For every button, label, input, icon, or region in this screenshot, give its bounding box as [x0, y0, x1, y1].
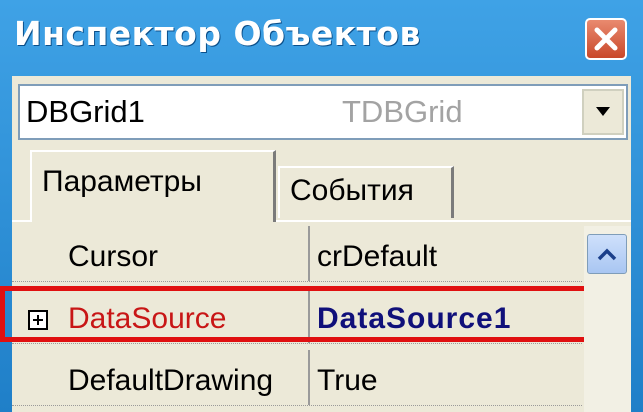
title-bar[interactable]: Инспектор Объектов	[0, 0, 643, 84]
dropdown-button[interactable]	[582, 89, 624, 135]
property-name: Cursor	[68, 240, 159, 273]
property-value[interactable]: DataSource1	[317, 302, 511, 336]
close-icon	[594, 27, 618, 51]
inspector-body: DBGrid1 TDBGrid Параметры События Cursor…	[0, 76, 631, 412]
component-type: TDBGrid	[342, 94, 463, 129]
component-selector[interactable]: DBGrid1 TDBGrid	[18, 84, 628, 140]
property-name: DefaultDrawing	[68, 364, 274, 397]
property-row-defaultdrawing[interactable]: DefaultDrawing True	[12, 350, 582, 406]
column-divider	[308, 288, 310, 343]
property-grid: Cursor crDefault DataSource DataSource1 …	[0, 226, 631, 412]
property-row-cursor[interactable]: Cursor crDefault	[12, 226, 582, 282]
chevron-up-icon	[597, 248, 617, 261]
object-inspector-window: Инспектор Объектов DBGrid1 TDBGrid Парам…	[0, 0, 643, 412]
window-title: Инспектор Объектов	[14, 14, 421, 53]
component-name: DBGrid1	[26, 94, 145, 129]
chevron-down-icon	[596, 107, 610, 116]
plus-box-icon[interactable]	[28, 310, 48, 330]
property-name: DataSource	[68, 302, 227, 335]
column-divider	[308, 226, 310, 281]
property-row-datasource[interactable]: DataSource DataSource1	[12, 288, 582, 344]
tab-events[interactable]: События	[278, 166, 454, 218]
tab-parameters[interactable]: Параметры	[30, 150, 276, 222]
column-divider	[308, 350, 310, 405]
tab-strip: Параметры События	[12, 144, 631, 224]
close-button[interactable]	[585, 18, 627, 60]
property-value[interactable]: crDefault	[317, 240, 437, 274]
vertical-scrollbar[interactable]	[584, 226, 631, 412]
property-value[interactable]: True	[317, 364, 378, 398]
scroll-up-button[interactable]	[587, 234, 627, 274]
